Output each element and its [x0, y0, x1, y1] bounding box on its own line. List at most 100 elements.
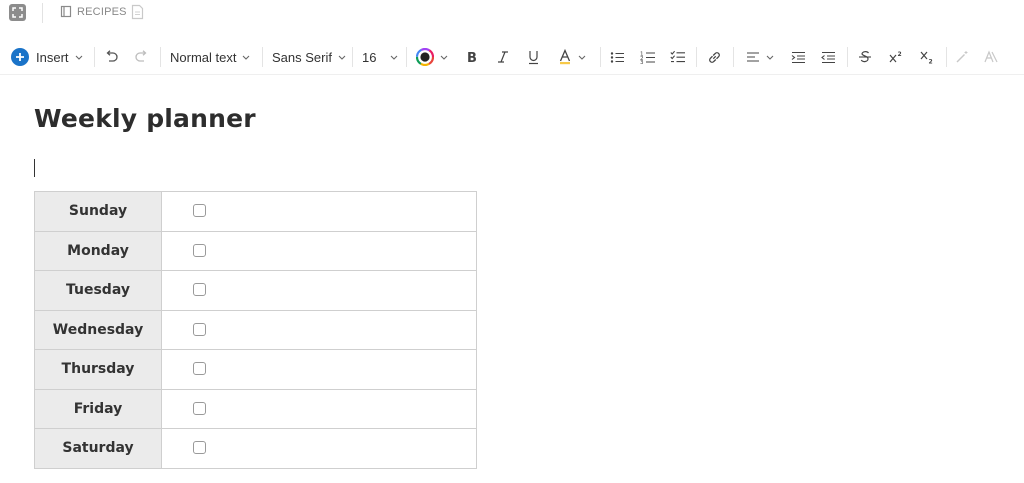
chevron-down-icon: [578, 55, 586, 60]
clear-formatting-button[interactable]: [982, 40, 998, 74]
checkbox[interactable]: [193, 322, 206, 336]
chevron-down-icon: [440, 55, 448, 60]
font-family-value: Sans Serif: [272, 49, 332, 65]
day-cell[interactable]: Sunday: [34, 191, 162, 232]
checkbox[interactable]: [193, 243, 206, 257]
insert-label: Insert: [36, 49, 69, 65]
svg-text:3: 3: [640, 60, 644, 64]
underline-icon: [529, 50, 538, 64]
day-cell[interactable]: Friday: [34, 388, 162, 429]
redo-icon: [135, 50, 147, 62]
subscript-icon: 2: [920, 51, 933, 64]
toolbar-divider: [696, 47, 697, 67]
expand-icon[interactable]: [9, 4, 26, 21]
magic-wand-icon: [956, 51, 968, 63]
checklist-icon: [670, 50, 685, 63]
checkbox[interactable]: [193, 401, 206, 415]
bullet-list-button[interactable]: [610, 40, 625, 74]
highlight-icon: [559, 49, 571, 65]
bold-button[interactable]: B: [466, 40, 478, 74]
italic-button[interactable]: [497, 40, 509, 74]
plus-icon: [11, 48, 29, 66]
toolbar-divider: [406, 47, 407, 67]
font-size-value: 16: [362, 49, 377, 65]
bullet-list-icon: [610, 51, 624, 63]
toolbar-divider: [352, 47, 353, 67]
task-cell[interactable]: [161, 230, 477, 271]
clear-formatting-icon: [984, 50, 998, 63]
table-row: Tuesday: [34, 270, 477, 311]
checkbox[interactable]: [193, 362, 206, 375]
bold-icon: B: [467, 51, 477, 64]
editor-toolbar: Insert Normal text Sans Serif 16 B 1 2 3…: [0, 40, 1024, 75]
task-cell[interactable]: [161, 270, 477, 311]
notebook-icon: [60, 5, 72, 23]
checkbox[interactable]: [193, 283, 206, 296]
highlight-color-button[interactable]: [558, 40, 586, 74]
checklist-button[interactable]: [670, 40, 686, 74]
underline-button[interactable]: [527, 40, 540, 74]
topbar-divider: [42, 3, 43, 23]
numbered-list-icon: 1 2 3: [640, 52, 655, 64]
toolbar-divider: [733, 47, 734, 67]
day-cell[interactable]: Monday: [34, 230, 162, 271]
breadcrumb-recipes[interactable]: RECIPES: [77, 6, 127, 18]
strikethrough-button[interactable]: [858, 40, 872, 74]
table-row: Thursday: [34, 349, 477, 390]
redo-button[interactable]: [134, 40, 149, 74]
checkbox[interactable]: [193, 441, 206, 454]
table-row: Monday: [34, 230, 477, 271]
font-size-dropdown[interactable]: 16: [362, 40, 398, 74]
table-row: Sunday: [34, 191, 477, 232]
svg-text:B: B: [467, 51, 477, 64]
outdent-icon: [821, 51, 835, 63]
table-row: Wednesday: [34, 309, 477, 350]
insert-button[interactable]: Insert: [11, 40, 83, 74]
toolbar-divider: [94, 47, 95, 67]
chevron-down-icon: [391, 55, 398, 60]
chevron-down-icon: [766, 55, 774, 60]
day-cell[interactable]: Tuesday: [34, 270, 162, 311]
superscript-icon: 2: [889, 51, 902, 63]
task-cell[interactable]: [161, 309, 477, 350]
subscript-button[interactable]: 2: [920, 40, 935, 74]
text-color-button[interactable]: [416, 40, 448, 74]
top-bar: RECIPES: [0, 0, 1024, 26]
font-family-dropdown[interactable]: Sans Serif: [272, 40, 346, 74]
day-cell[interactable]: Thursday: [34, 349, 162, 390]
weekly-planner-table: Sunday Monday Tuesday Wednesday Thursday…: [34, 191, 477, 469]
insert-link-button[interactable]: [707, 40, 722, 74]
document-title[interactable]: Weekly planner: [34, 104, 256, 133]
day-cell[interactable]: Wednesday: [34, 309, 162, 350]
checkbox[interactable]: [193, 204, 206, 217]
toolbar-divider: [600, 47, 601, 67]
indent-button[interactable]: [791, 40, 806, 74]
align-left-icon: [747, 52, 759, 62]
task-cell[interactable]: [161, 388, 477, 429]
day-cell[interactable]: Saturday: [34, 428, 162, 469]
task-cell[interactable]: [161, 191, 477, 232]
magic-wand-button[interactable]: [955, 40, 969, 74]
superscript-button[interactable]: 2: [889, 40, 904, 74]
italic-icon: [498, 51, 508, 63]
chevron-down-icon: [338, 55, 346, 60]
toolbar-divider: [946, 47, 947, 67]
task-cell[interactable]: [161, 349, 477, 390]
undo-icon: [106, 50, 118, 62]
text-cursor: [34, 159, 35, 177]
toolbar-divider: [160, 47, 161, 67]
strikethrough-icon: [859, 51, 871, 63]
document-icon: [131, 4, 144, 25]
numbered-list-button[interactable]: 1 2 3: [640, 40, 656, 74]
table-row: Friday: [34, 388, 477, 429]
outdent-button[interactable]: [821, 40, 836, 74]
chevron-down-icon: [243, 55, 250, 60]
link-icon: [709, 51, 720, 63]
undo-button[interactable]: [104, 40, 119, 74]
task-cell[interactable]: [161, 428, 477, 469]
align-dropdown[interactable]: [746, 40, 774, 74]
svg-text:2: 2: [898, 51, 902, 58]
text-style-value: Normal text: [170, 49, 237, 65]
indent-icon: [791, 51, 805, 63]
text-style-dropdown[interactable]: Normal text: [170, 40, 250, 74]
